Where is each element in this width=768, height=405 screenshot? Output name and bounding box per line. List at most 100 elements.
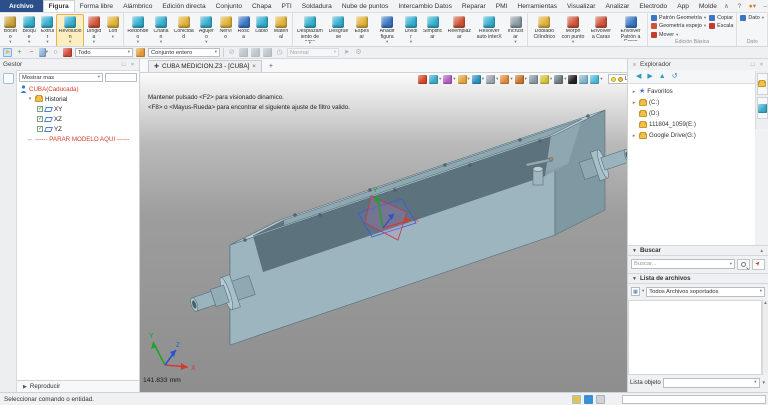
ribbon-button-rosca[interactable]: Rosca [235,14,253,42]
menu-tab-conjunto[interactable]: Conjunto [211,0,247,12]
ribbon-button-nervio[interactable]: Nervio [217,14,235,42]
link-icon[interactable]: ⊘ [227,48,236,57]
flag-icon[interactable]: ⚙ [354,48,363,57]
menu-tab-molde[interactable]: Molde [694,0,722,12]
mode-combo[interactable]: Normal▾ [287,48,339,57]
tools-tab-icon[interactable] [757,97,768,119]
explorer-item-c[interactable]: ▸(C:) [628,97,755,108]
ribbon-button-revoluci-n[interactable]: Revolución▾ [56,14,83,47]
explorer-close-icon[interactable]: × [758,62,765,68]
new-tab-button[interactable]: + [266,60,276,72]
view-mode-caret-icon[interactable]: ▾ [642,289,644,294]
command-input[interactable] [622,395,766,404]
checkbox-icon[interactable]: ✓ [37,116,43,122]
ribbon-button-dirigida[interactable]: Dirigida▾ [84,14,104,47]
filelist-scrollbar[interactable]: ▲ [762,300,768,375]
ribbon-button-espesar[interactable]: Espesar [351,14,372,42]
explorer-item-d[interactable]: (D:) [628,108,755,119]
menu-tab-pmi[interactable]: PMI [491,0,513,12]
back-icon[interactable]: ◀ [636,73,641,80]
ribbon-button-envolver-a-caras[interactable]: Envolver a Caras [587,14,615,42]
ribbon-button-copiar[interactable]: Copiar [709,14,733,22]
ribbon-button-extruir[interactable]: Extruir▾ [38,14,56,47]
clock-icon[interactable]: ◷ [275,48,284,57]
pick-filter-icon[interactable]: ➤ [3,48,12,57]
pin2-icon[interactable] [251,48,260,57]
file-menu-button[interactable]: Archivo [0,0,43,12]
assembly-manager-icon[interactable] [3,90,14,101]
menu-tab-analizar[interactable]: Analizar [601,0,635,12]
view-mode-icon[interactable]: ▦ [631,287,640,296]
menu-tab-forma-libre[interactable]: Forma libre [75,0,118,12]
explorer-item-111804-1059-e[interactable]: 111804_1059(E:) [628,119,755,130]
filter-type-combo[interactable]: Todo▾ [75,48,133,57]
expand-arrow-icon[interactable]: ▸ [631,133,637,139]
select-result-button[interactable]: ➤ [752,259,765,270]
ribbon-button-envolver-patr-n-a-caras[interactable]: Envolver Patrón a Caras [615,14,646,43]
search-section-header[interactable]: ▼ Buscar ▲ [628,245,768,256]
collapse-ribbon-icon[interactable]: ∧ [722,2,731,10]
ribbon-button-dividir[interactable]: Dividir▾ [402,14,420,47]
scope-combo[interactable]: Conjunto entero▾ [148,48,220,57]
viewport[interactable]: ▾▾▾▾▾▾▾▾▾▾Layer0000▾ Mantener pulsado <F… [140,73,627,392]
menu-tab-pti[interactable]: PTI [276,0,296,12]
ribbon-button-desgruese[interactable]: Desgruese [325,14,351,42]
ribbon-button-geometr-a-espejo[interactable]: Geometría espejo▾ [651,22,706,30]
menu-tab-edici-n-directa[interactable]: Edición directa [157,0,210,12]
document-tab[interactable]: ✚ CUBA MEDICION.Z3 - [CUBA] × [148,60,262,72]
constraint-manager-icon[interactable] [3,141,14,152]
expand-arrow-icon[interactable]: ▸ [631,89,637,95]
ribbon-button-material[interactable]: Material [271,14,292,42]
ui-toggle-icon[interactable] [572,395,581,404]
ribbon-button-a-adir-figura[interactable]: Añadir figura▾ [372,14,402,47]
ribbon-button-doblado-cil-ndrico[interactable]: Doblado Cilíndrico [529,14,559,42]
menu-tab-app[interactable]: App [672,0,694,12]
ribbon-button-incrustar[interactable]: Incrustar▾ [505,14,527,47]
model-canvas[interactable]: Y X Y X Z [140,73,627,392]
up-icon[interactable]: ▲ [659,73,666,80]
explorer-item-favoritos[interactable]: ▸★Favoritos [628,86,755,97]
ribbon-button-resolver-auto-interx[interactable]: Resolver auto interX [474,14,505,42]
menu-tab-intercambio-datos[interactable]: Intercambio Datos [393,0,457,12]
tree-item-plane-xz[interactable]: ✓XZ [17,114,139,124]
menu-tab-herramientas[interactable]: Herramientas [512,0,562,12]
remove-entity-icon[interactable]: − [27,48,36,57]
image-capture-icon[interactable]: ▾ [39,48,48,57]
file-list[interactable] [628,300,762,375]
display-toggle-icon[interactable] [584,395,593,404]
collapse-arrow-icon[interactable]: ▾ [27,96,33,102]
ribbon-button-reemplazar[interactable]: Reemplazar [445,14,474,42]
checkbox-icon[interactable]: ✓ [37,106,43,112]
menu-tab-figura[interactable]: Figura [43,0,75,12]
ribbon-button-labio[interactable]: Labio [253,14,271,37]
panel-toggle-icon[interactable] [596,395,605,404]
ribbon-button-patr-n-geometr-a[interactable]: Patrón Geometría▾ [651,14,706,22]
file-type-combo[interactable]: Todos Archivos soportados▾ [646,287,765,297]
replay-bar[interactable]: ▶ Reproducir [17,380,139,392]
ribbon-button-simplificar[interactable]: Simplificar [420,14,445,42]
show-more-combo[interactable]: Mostrar mas▾ [19,73,103,82]
menu-tab-visualizar[interactable]: Visualizar [562,0,600,12]
tab-close-icon[interactable]: × [252,64,256,70]
tree-item-stop-marker[interactable]: ← ------ PARAR MODELO AQUI ------ [17,134,139,144]
explorer-item-google-drive-g[interactable]: ▸Google Drive(G:) [628,130,755,141]
minimize-icon[interactable]: – [761,3,768,10]
menu-tab-reparar[interactable]: Reparar [457,0,491,12]
history-manager-icon[interactable] [3,73,14,84]
tree-item-plane-xy[interactable]: ✓XY [17,104,139,114]
checkbox-icon[interactable]: ✓ [37,126,43,132]
help-icon[interactable]: ? [735,3,744,10]
tree-filter-input[interactable] [105,73,137,82]
tree-item-root[interactable]: CUBA(Caducada) [17,84,139,94]
expand-arrow-icon[interactable]: ▸ [631,100,637,106]
ribbon-button-desplazamiento-de-cara[interactable]: Desplazamiento de cara▾ [294,14,325,47]
menu-tab-chapa[interactable]: Chapa [247,0,276,12]
ribbon-button-mover[interactable]: Mover▾ [651,31,706,39]
menu-tab-electrodo[interactable]: Electrodo [634,0,672,12]
drag-handle-icon[interactable]: ≡ [631,62,638,68]
account-icon[interactable]: ●▾ [748,2,757,10]
assembly-filter-icon[interactable] [136,48,145,57]
pin3-icon[interactable] [263,48,272,57]
search-input[interactable]: Buscar...▾ [631,259,735,269]
chart-filter-icon[interactable] [63,48,72,57]
